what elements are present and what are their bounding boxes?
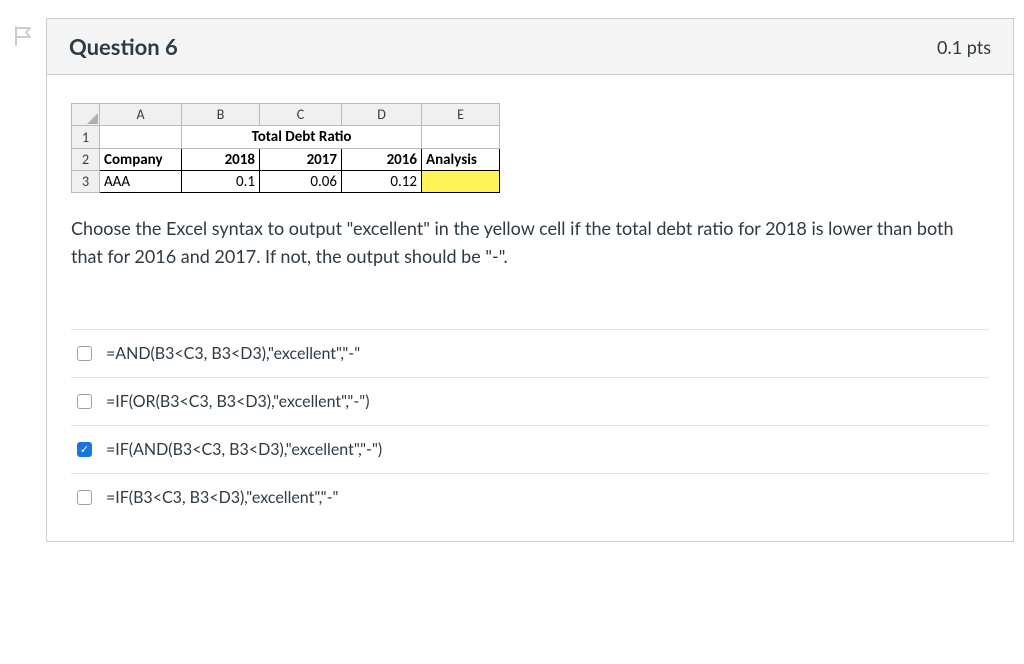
spreadsheet: A B C D E 1 Total Debt Ratio 2 Company 2… bbox=[71, 103, 500, 193]
options-list: =AND(B3<C3, B3<D3),"excellent","-" =IF(O… bbox=[71, 329, 989, 521]
cell-A3: AAA bbox=[100, 171, 182, 193]
question-points: 0.1 pts bbox=[937, 36, 991, 58]
row-header-2: 2 bbox=[72, 149, 100, 171]
question-text: Choose the Excel syntax to output "excel… bbox=[71, 215, 989, 271]
col-header-E: E bbox=[422, 104, 500, 126]
option-4[interactable]: =IF(B3<C3, B3<D3),"excellent","-" bbox=[71, 474, 989, 521]
cell-merged-title: Total Debt Ratio bbox=[182, 126, 422, 149]
checkbox-1[interactable] bbox=[77, 346, 92, 361]
question-body: A B C D E 1 Total Debt Ratio 2 Company 2… bbox=[47, 75, 1013, 541]
col-header-D: D bbox=[342, 104, 422, 126]
option-3[interactable]: ✓ =IF(AND(B3<C3, B3<D3),"excellent","-") bbox=[71, 426, 989, 474]
cell-C3: 0.06 bbox=[260, 171, 342, 193]
checkbox-3[interactable]: ✓ bbox=[77, 442, 92, 457]
col-header-A: A bbox=[100, 104, 182, 126]
cell-E3-yellow bbox=[422, 171, 500, 193]
cell-E1 bbox=[422, 126, 500, 149]
option-4-label: =IF(B3<C3, B3<D3),"excellent","-" bbox=[106, 488, 338, 507]
cell-B2: 2018 bbox=[182, 149, 260, 171]
cell-C2: 2017 bbox=[260, 149, 342, 171]
option-3-label: =IF(AND(B3<C3, B3<D3),"excellent","-") bbox=[106, 440, 382, 459]
checkbox-2[interactable] bbox=[77, 394, 92, 409]
cell-D3: 0.12 bbox=[342, 171, 422, 193]
option-1[interactable]: =AND(B3<C3, B3<D3),"excellent","-" bbox=[71, 330, 989, 378]
cell-D2: 2016 bbox=[342, 149, 422, 171]
cell-A1 bbox=[100, 126, 182, 149]
question-title: Question 6 bbox=[69, 33, 178, 60]
question-header: Question 6 0.1 pts bbox=[47, 19, 1013, 75]
row-header-3: 3 bbox=[72, 171, 100, 193]
question-card: Question 6 0.1 pts A B C D E 1 Total Deb… bbox=[46, 18, 1014, 542]
option-2[interactable]: =IF(OR(B3<C3, B3<D3),"excellent","-") bbox=[71, 378, 989, 426]
cell-B3: 0.1 bbox=[182, 171, 260, 193]
spreadsheet-corner bbox=[72, 104, 100, 126]
option-2-label: =IF(OR(B3<C3, B3<D3),"excellent","-") bbox=[106, 392, 370, 411]
cell-E2: Analysis bbox=[422, 149, 500, 171]
option-1-label: =AND(B3<C3, B3<D3),"excellent","-" bbox=[106, 344, 360, 363]
col-header-B: B bbox=[182, 104, 260, 126]
checkbox-4[interactable] bbox=[77, 490, 92, 505]
col-header-C: C bbox=[260, 104, 342, 126]
flag-icon[interactable] bbox=[10, 22, 38, 50]
cell-A2: Company bbox=[100, 149, 182, 171]
row-header-1: 1 bbox=[72, 126, 100, 149]
